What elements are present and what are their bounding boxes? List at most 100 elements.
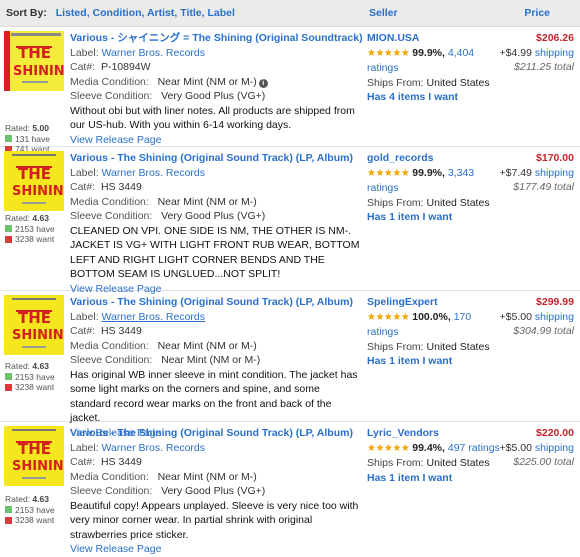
seller-column-header[interactable]: Seller [363,7,500,19]
listing-info: Various - シャイニング = The Shining (Original… [70,31,362,148]
shipping-link[interactable]: shipping [535,47,574,59]
seller-name-link[interactable]: SpelingExpert [367,295,502,310]
sort-condition-link[interactable]: Condition [93,7,142,19]
listing-row: THE SHINING Rated: 4.63 2153 have 3238 w… [0,147,580,295]
seller-stars-icon: ★★★★★ [367,442,410,454]
release-title-link[interactable]: Various - The Shining (Original Sound Tr… [70,151,362,166]
rating-value: 4.63 [32,494,49,504]
rating-value: 4.63 [32,361,49,371]
seller-info: MION.USA ★★★★★ 99.9%, 4,404 ratings Ship… [367,31,502,105]
total-price: $304.99 total [513,325,574,337]
total-price: $211.25 total [514,61,574,73]
release-stats: Rated: 4.63 2153 have 3238 want [5,494,55,526]
want-icon [5,235,12,243]
seller-stars-icon: ★★★★★ [367,47,410,59]
view-release-page-link[interactable]: View Release Page [70,133,362,148]
info-icon[interactable]: i [258,78,268,88]
sleeve-condition: Very Good Plus (VG+) [161,210,266,222]
seller-name-link[interactable]: MION.USA [367,31,502,46]
rating-value: 5.00 [32,123,49,133]
price-info: $206.26 +$4.99 shipping $211.25 total [494,31,574,75]
price-column-header[interactable]: Price [500,7,580,19]
shipping-cost: +$7.49 [499,166,532,179]
release-title-link[interactable]: Various - シャイニング = The Shining (Original… [70,31,362,46]
want-count[interactable]: 3238 want [5,234,55,245]
item-price: $206.26 [536,32,574,44]
svg-text:SHINING: SHINING [12,184,64,199]
rated-label: Rated: [5,361,31,371]
have-icon [5,225,12,233]
label-link[interactable]: Warner Bros. Records [102,167,205,179]
seller-ratings-link[interactable]: 497 ratings [448,442,500,454]
seller-ratings-word[interactable]: ratings [367,61,502,76]
item-price: $170.00 [536,152,574,164]
shipping-link[interactable]: shipping [535,311,574,323]
seller-ratings-link[interactable]: 4,404 [448,47,474,59]
release-title-link[interactable]: Various - The Shining (Original Sound Tr… [70,426,362,441]
media-condition: Near Mint (NM or M-) [157,339,257,352]
have-icon [5,373,12,381]
label-link[interactable]: Warner Bros. Records [102,47,205,59]
shipping-cost: +$5.00 [499,441,532,454]
seller-ratings-link[interactable]: 3,343 [448,167,474,179]
catalog-number: P-10894W [100,61,151,73]
sort-artist-link[interactable]: Artist [147,7,174,19]
total-price: $225.00 total [513,456,574,468]
seller-percent: 99.4%, [412,441,445,454]
item-price: $220.00 [536,427,574,439]
ships-from: United States [426,457,490,469]
price-info: $220.00 +$5.00 shipping $225.00 total [494,426,574,470]
sort-label-link[interactable]: Label [207,7,234,19]
sort-by-label: Sort By: [6,7,47,19]
media-condition: Near Mint (NM or M-) [157,75,257,88]
view-release-page-link[interactable]: View Release Page [70,542,362,557]
seller-name-link[interactable]: gold_records [367,151,502,166]
listing-row: THE SHINING Rated: 5.00 131 have 741 wan… [0,27,580,154]
label-link[interactable]: Warner Bros. Records [102,442,205,454]
listing-info: Various - The Shining (Original Sound Tr… [70,295,362,440]
seller-info: Lyric_Vendors ★★★★★ 99.4%, 497 ratings S… [367,426,502,485]
media-condition: Near Mint (NM or M-) [157,195,257,208]
release-stats: Rated: 4.63 2153 have 3238 want [5,213,55,245]
shipping-link[interactable]: shipping [535,167,574,179]
listing-info: Various - The Shining (Original Sound Tr… [70,426,362,557]
have-count[interactable]: 131 have [5,134,50,145]
sleeve-condition: Very Good Plus (VG+) [161,485,266,497]
sort-title-link[interactable]: Title [180,7,201,19]
album-cover-thumbnail[interactable]: THE SHINING [4,151,64,211]
has-items-link[interactable]: Has 4 items I want [367,90,502,105]
seller-percent: 99.9%, [412,166,445,179]
seller-ratings-word[interactable]: ratings [367,181,502,196]
shipping-link[interactable]: shipping [535,442,574,454]
seller-info: SpelingExpert ★★★★★ 100.0%, 170 ratings … [367,295,502,369]
sleeve-condition: Very Good Plus (VG+) [161,90,266,102]
catalog-number: HS 3449 [100,181,142,193]
album-cover-thumbnail[interactable]: THE SHINING [4,426,64,486]
shipping-cost: +$5.00 [499,310,532,323]
have-count[interactable]: 2153 have [5,224,55,235]
want-count[interactable]: 3238 want [5,382,55,393]
have-count[interactable]: 2153 have [5,372,55,383]
have-count[interactable]: 2153 have [5,505,55,516]
release-stats: Rated: 4.63 2153 have 3238 want [5,361,55,393]
seller-ratings-link[interactable]: 170 [454,311,472,323]
seller-comment: CLEANED ON VPI. ONE SIDE IS NM, THE OTHE… [70,224,360,281]
sort-by-bar: Sort By: Listed, Condition, Artist, Titl… [6,7,235,19]
want-icon [5,383,12,391]
item-price: $299.99 [536,296,574,308]
has-items-link[interactable]: Has 1 item I want [367,471,502,486]
rating-value: 4.63 [32,213,49,223]
album-cover-thumbnail[interactable]: THE SHINING [4,31,64,91]
has-items-link[interactable]: Has 1 item I want [367,354,502,369]
total-price: $177.49 total [513,181,574,193]
release-title-link[interactable]: Various - The Shining (Original Sound Tr… [70,295,362,310]
has-items-link[interactable]: Has 1 item I want [367,210,502,225]
seller-ratings-word[interactable]: ratings [367,325,502,340]
seller-name-link[interactable]: Lyric_Vendors [367,426,502,441]
sort-listed-link[interactable]: Listed [56,7,87,19]
seller-info: gold_records ★★★★★ 99.9%, 3,343 ratings … [367,151,502,225]
want-count[interactable]: 3238 want [5,515,55,526]
label-link[interactable]: Warner Bros. Records [102,311,205,323]
album-cover-thumbnail[interactable]: THE SHINING [4,295,64,355]
ships-from: United States [426,76,490,89]
